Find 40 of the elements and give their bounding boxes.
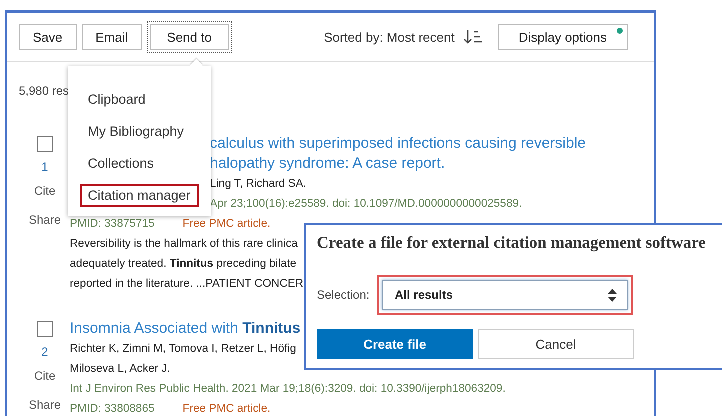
toolbar-button[interactable]: Save [19,24,77,50]
menu-item[interactable]: My Bibliography [80,120,192,143]
menu-item[interactable]: Collections [80,152,162,175]
free-pmc-label: Free PMC article. [182,402,271,416]
article-authors: Ling T, Richard SA. [210,177,306,192]
sort-label[interactable]: Sorted by: Most recent [324,30,455,44]
updown-caret-icon [608,288,617,302]
cite-link[interactable]: Cite [34,369,56,383]
article-title-link[interactable]: calculus with superimposed infections causing reversible [210,134,586,154]
sort-order-icon[interactable] [462,29,483,45]
share-link[interactable]: Share [28,398,62,412]
article-title-link[interactable]: halopathy syndrome: A case report. [210,154,446,174]
selection-dropdown[interactable]: All results [382,280,628,310]
selection-label: Selection: [317,288,371,302]
result-checkbox[interactable] [37,136,53,152]
article-snippet: Reversibility is the hallmark of this rare clinica [70,237,298,252]
share-link[interactable]: Share [28,213,62,227]
dialog-title: Create a file for external citation management software [317,233,708,253]
result-checkbox[interactable] [37,321,53,337]
toolbar-button[interactable]: Send to [147,21,232,53]
result-number: 1 [42,160,48,174]
menu-item[interactable]: Clipboard [80,88,154,111]
result-number: 2 [42,345,48,359]
article-authors: Miloseva L, Acker J. [70,362,170,377]
article-snippet: adequately treated. Tinnitus preceding bilate [70,257,297,272]
results-count: 5,980 res [19,84,70,98]
article-authors: Richter K, Zimni M, Tomova I, Retzer L, Höfig [70,342,296,357]
article-snippet: reported in the literature. ...PATIENT CONCER [70,277,304,292]
article-title-link[interactable]: Insomnia Associated with Tinnitus [70,319,301,339]
menu-item[interactable]: Citation manager [80,184,199,207]
free-pmc-label: Free PMC article. [182,217,271,232]
cancel-button[interactable]: Cancel [478,329,634,359]
toolbar-button[interactable]: Email [82,24,142,50]
cite-link[interactable]: Cite [34,184,56,198]
create-file-button[interactable]: Create file [317,329,473,359]
display-options-button[interactable]: Display options [498,24,628,50]
article-citation: Apr 23;100(16):e25589. doi: 10.1097/MD.0000000000025589. [210,197,522,212]
article-pmid: PMID: 33875715 [70,217,155,232]
article-pmid: PMID: 33808865 [70,402,155,416]
article-citation: Int J Environ Res Public Health. 2021 Mar 19;18(6):3209. doi: 10.3390/ijerph18063209. [70,382,506,397]
